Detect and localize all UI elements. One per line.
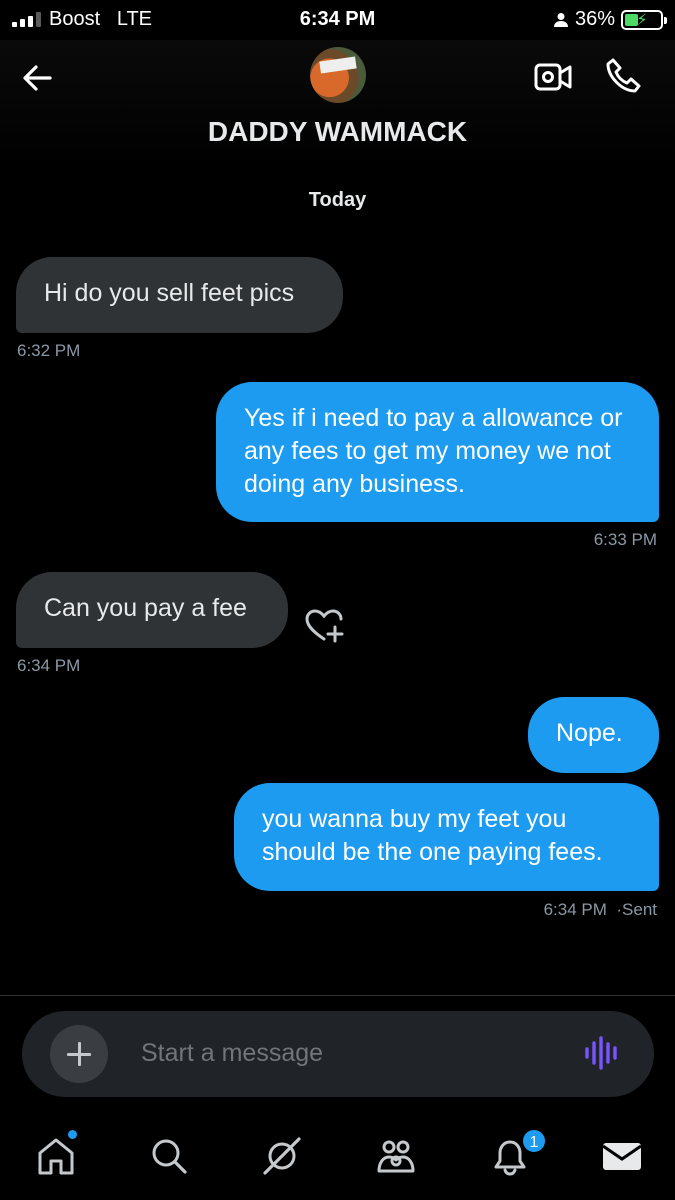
notifications-badge: 1 — [521, 1128, 547, 1154]
status-right: 36% ⚡ — [553, 8, 667, 31]
battery-icon: ⚡ — [621, 9, 667, 30]
message-timestamp: 6:34 PM ·Sent — [543, 900, 657, 919]
message-bubble-incoming[interactable]: Hi do you sell feet pics — [16, 257, 343, 333]
message-text: you wanna buy my feet you should be the … — [262, 805, 603, 866]
home-icon[interactable] — [34, 1134, 78, 1178]
message-text: Hi do you sell feet pics — [44, 279, 295, 307]
message-bubble-incoming[interactable]: Can you pay a fee — [16, 572, 288, 648]
home-unread-dot — [68, 1130, 77, 1139]
message-bubble-outgoing[interactable]: Yes if i need to pay a allowance or any … — [216, 382, 659, 522]
bottom-navigation — [0, 1118, 675, 1200]
message-text: Nope. — [556, 719, 623, 747]
person-icon — [553, 12, 568, 27]
status-bar: Boost LTE 6:34 PM 36% ⚡ — [0, 0, 675, 40]
message-input[interactable]: Start a message — [141, 1039, 323, 1068]
divider — [0, 995, 675, 996]
communities-icon[interactable] — [260, 1134, 304, 1178]
voice-message-icon[interactable] — [584, 1035, 622, 1071]
conversation-header: DADDY WAMMACK — [0, 40, 675, 168]
message-timestamp: 6:34 PM — [17, 656, 81, 675]
day-separator: Today — [308, 189, 367, 211]
video-camera-icon[interactable] — [533, 60, 573, 94]
message-bubble-outgoing[interactable]: you wanna buy my feet you should be the … — [234, 783, 659, 891]
message-text: Yes if i need to pay a allowance or any … — [244, 404, 623, 498]
messages-icon[interactable] — [600, 1134, 644, 1178]
message-bubble-outgoing[interactable]: Nope. — [528, 697, 659, 773]
message-timestamp: 6:32 PM — [17, 341, 81, 360]
add-media-button[interactable] — [50, 1025, 108, 1083]
phone-icon[interactable] — [604, 56, 644, 96]
battery-percent: 36% — [574, 8, 615, 30]
avatar[interactable] — [310, 47, 366, 103]
people-icon[interactable] — [374, 1134, 418, 1178]
search-icon[interactable] — [147, 1134, 191, 1178]
heart-add-reaction-icon[interactable] — [304, 608, 344, 644]
arrow-left-icon[interactable] — [20, 60, 56, 96]
message-timestamp: 6:33 PM — [593, 530, 657, 549]
contact-name[interactable]: DADDY WAMMACK — [0, 116, 675, 148]
message-composer[interactable]: Start a message — [22, 1011, 654, 1097]
message-text: Can you pay a fee — [44, 594, 247, 622]
sent-status: ·Sent — [616, 900, 657, 919]
